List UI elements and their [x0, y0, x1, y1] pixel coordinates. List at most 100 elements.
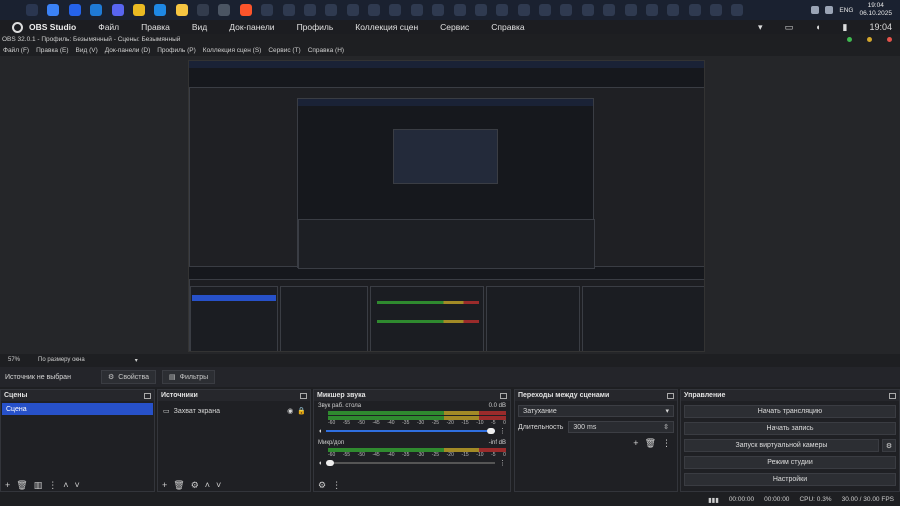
- virtual-camera-settings-icon[interactable]: ⚙: [882, 439, 896, 452]
- remove-transition-button[interactable]: 🗑: [645, 438, 656, 449]
- app-icon[interactable]: [432, 4, 445, 16]
- app-menu-view[interactable]: Вид (V): [76, 47, 98, 54]
- app-icon[interactable]: [539, 4, 552, 16]
- studio-mode-button[interactable]: Режим студии: [684, 456, 896, 469]
- app-icon[interactable]: [688, 4, 701, 16]
- undock-icon[interactable]: [667, 392, 674, 399]
- source-item[interactable]: ▭ Захват экрана ◉ 🔒: [158, 405, 310, 417]
- app-icon[interactable]: [453, 4, 466, 16]
- app-icon[interactable]: [303, 4, 316, 16]
- app-icon[interactable]: [410, 4, 423, 16]
- app-menu-help[interactable]: Справка (H): [308, 47, 344, 54]
- volume-slider[interactable]: [326, 460, 495, 466]
- move-up-icon[interactable]: ˄: [205, 480, 210, 490]
- move-down-icon[interactable]: ˅: [216, 480, 221, 490]
- undock-icon[interactable]: [500, 392, 507, 399]
- app-icon[interactable]: [474, 4, 487, 16]
- app-menu-scene-collection[interactable]: Коллекция сцен (S): [203, 47, 262, 54]
- filters-button[interactable]: ▤ Фильтры: [162, 370, 216, 384]
- menu-help[interactable]: Справка: [491, 22, 524, 32]
- search-icon[interactable]: [26, 4, 39, 16]
- menu-scene-collection[interactable]: Коллекция сцен: [355, 22, 418, 32]
- speaker-icon[interactable]: ◖: [318, 460, 322, 467]
- duration-input[interactable]: 300 ms ⇳: [568, 421, 674, 433]
- remove-source-button[interactable]: 🗑: [173, 480, 184, 491]
- undock-icon[interactable]: [144, 392, 151, 399]
- wifi-icon[interactable]: ▾: [758, 22, 763, 33]
- app-menu-profile[interactable]: Профиль (P): [157, 47, 196, 54]
- app-icon[interactable]: [346, 4, 359, 16]
- menu-docks[interactable]: Док-панели: [229, 22, 274, 32]
- app-icon[interactable]: [581, 4, 594, 16]
- app-icon[interactable]: [624, 4, 637, 16]
- more-icon[interactable]: ⋮: [499, 427, 506, 435]
- scene-item[interactable]: Сцена: [2, 403, 153, 415]
- add-source-button[interactable]: +: [162, 480, 167, 490]
- volume-icon[interactable]: [825, 6, 834, 14]
- lock-icon[interactable]: 🔒: [297, 407, 306, 415]
- menu-edit[interactable]: Правка: [141, 22, 170, 32]
- maximize-button[interactable]: [867, 37, 872, 42]
- close-button[interactable]: [887, 37, 892, 42]
- more-icon[interactable]: ⋮: [332, 480, 341, 491]
- app-icon[interactable]: [603, 4, 616, 16]
- speaker-icon[interactable]: ◖: [815, 22, 820, 32]
- calendar-icon[interactable]: [68, 4, 81, 16]
- settings-icon[interactable]: [218, 4, 231, 16]
- properties-button[interactable]: ⚙ Свойства: [101, 370, 157, 384]
- app-menu-file[interactable]: Файл (F): [3, 47, 29, 54]
- app-icon[interactable]: [667, 4, 680, 16]
- scene-filters-button[interactable]: ▥: [34, 480, 43, 491]
- app-menu-edit[interactable]: Правка (E): [36, 47, 68, 54]
- app-icon[interactable]: [261, 4, 274, 16]
- app-icon[interactable]: [560, 4, 573, 16]
- app-icon[interactable]: [710, 4, 723, 16]
- app-menu-docks[interactable]: Док-панели (D): [105, 47, 150, 54]
- terminal-icon[interactable]: [197, 4, 210, 16]
- app-icon[interactable]: [731, 4, 744, 16]
- discord-icon[interactable]: [111, 4, 124, 16]
- edge-icon[interactable]: [90, 4, 103, 16]
- more-icon[interactable]: ⋮: [48, 480, 57, 491]
- minimize-button[interactable]: [847, 37, 852, 42]
- start-icon[interactable]: [4, 4, 17, 16]
- undock-icon[interactable]: [300, 392, 307, 399]
- app-icon[interactable]: [282, 4, 295, 16]
- app-menu-tools[interactable]: Сервис (T): [268, 47, 300, 54]
- move-down-icon[interactable]: ˅: [74, 480, 79, 490]
- zoom-fit-select[interactable]: По размеру окна: [38, 357, 85, 363]
- more-icon[interactable]: ⋮: [662, 438, 671, 449]
- start-recording-button[interactable]: Начать запись: [684, 422, 896, 435]
- preview-canvas[interactable]: [188, 60, 705, 352]
- advanced-audio-icon[interactable]: ⚙: [318, 480, 326, 491]
- vscode-icon[interactable]: [154, 4, 167, 16]
- monitor-icon[interactable]: ▭: [785, 22, 794, 33]
- folder-icon[interactable]: [175, 4, 188, 16]
- transition-type-select[interactable]: Затухание ▾: [518, 405, 674, 417]
- app-icon[interactable]: [496, 4, 509, 16]
- brave-icon[interactable]: [239, 4, 252, 16]
- speaker-icon[interactable]: ◖: [318, 428, 322, 435]
- menu-tools[interactable]: Сервис: [440, 22, 469, 32]
- app-icon[interactable]: [517, 4, 530, 16]
- settings-button[interactable]: Настройки: [684, 473, 896, 486]
- menu-view[interactable]: Вид: [192, 22, 207, 32]
- zoom-level[interactable]: 57%: [8, 357, 20, 363]
- app-icon[interactable]: [645, 4, 658, 16]
- network-icon[interactable]: [811, 6, 820, 14]
- slider-handle[interactable]: [487, 428, 495, 434]
- spinner-icon[interactable]: ⇳: [663, 423, 669, 431]
- clock[interactable]: 19:04 06.10.2025: [859, 2, 892, 18]
- start-streaming-button[interactable]: Начать трансляцию: [684, 405, 896, 418]
- virtual-camera-button[interactable]: Запуск виртуальной камеры: [684, 439, 879, 452]
- remove-scene-button[interactable]: 🗑: [16, 480, 27, 491]
- eye-icon[interactable]: ◉: [287, 407, 293, 415]
- volume-slider[interactable]: [326, 428, 495, 434]
- chevron-down-icon[interactable]: ▾: [135, 357, 138, 364]
- app-icon[interactable]: [389, 4, 402, 16]
- chrome-icon[interactable]: [132, 4, 145, 16]
- battery-icon[interactable]: ▮: [843, 22, 848, 33]
- menu-file[interactable]: Файл: [98, 22, 119, 32]
- source-properties-button[interactable]: ⚙: [191, 480, 199, 491]
- app-icon[interactable]: [368, 4, 381, 16]
